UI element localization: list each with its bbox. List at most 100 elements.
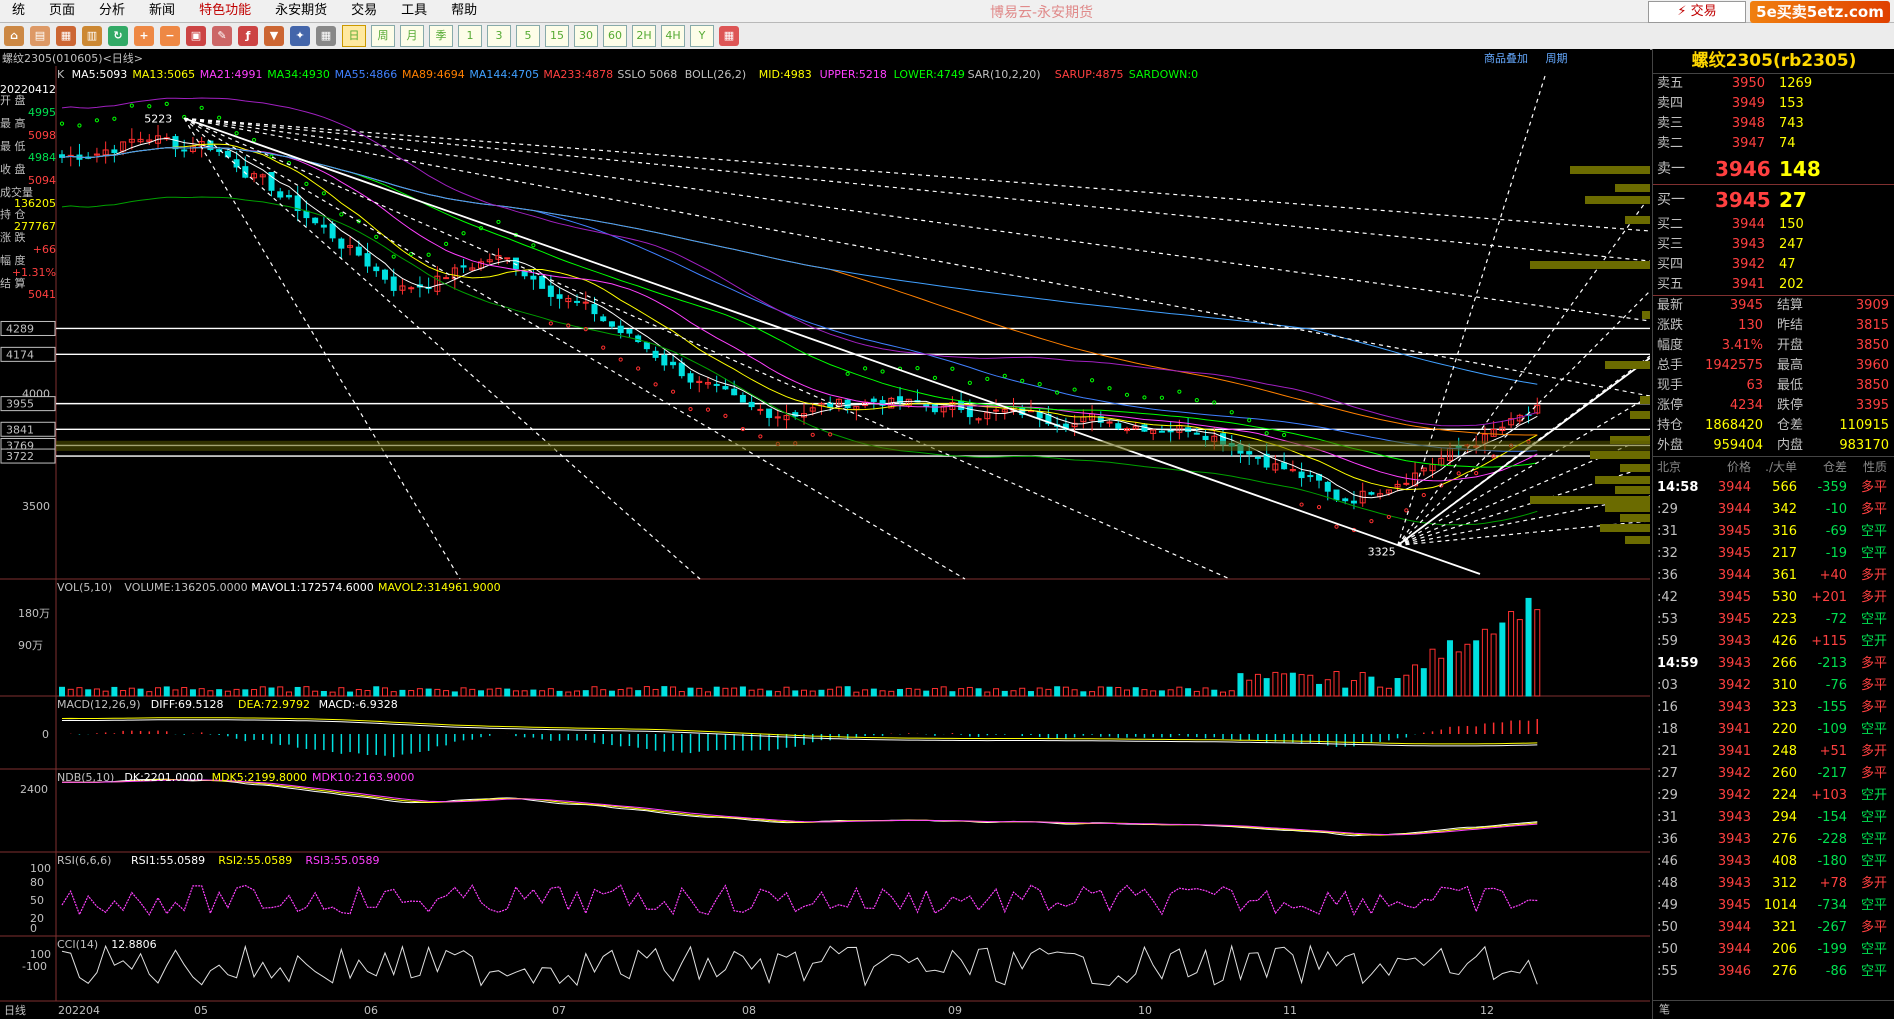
volume-bar (67, 688, 74, 697)
tick-type: 多开 (1860, 744, 1887, 759)
volume-bar (128, 687, 135, 697)
tick-row: :36 3943 276 -228 空平 (1653, 829, 1894, 851)
sar-dot (59, 121, 65, 126)
volume-bar (1228, 690, 1235, 697)
ask-label: 卖一 (1657, 161, 1685, 177)
period-button-9[interactable]: 60 (603, 25, 627, 47)
indicator-label-ndb: DK:2201.0000 (124, 771, 203, 784)
menu-item-8[interactable]: 帮助 (439, 0, 489, 22)
news-icon[interactable]: ▦ (56, 26, 76, 46)
rsi-axis-label: 80 (30, 876, 44, 889)
bid-row[interactable]: 买五 3941 202 (1653, 275, 1894, 295)
period-button-0[interactable]: 日 (342, 25, 366, 47)
bid-row[interactable]: 买二 3944 150 (1653, 215, 1894, 235)
period-button-2[interactable]: 月 (400, 25, 424, 47)
menu-item-1[interactable]: 页面 (37, 0, 87, 22)
volume-bar (993, 688, 1000, 697)
period-button-1[interactable]: 周 (371, 25, 395, 47)
volume-bar (661, 686, 668, 697)
period-button-3[interactable]: 季 (429, 25, 453, 47)
volume-bar (1176, 686, 1183, 697)
sar-dot (1124, 392, 1130, 397)
draw-icon[interactable]: ✎ (212, 26, 232, 46)
sar-dot (688, 406, 693, 412)
new-icon[interactable]: ✦ (290, 26, 310, 46)
overlay-commodity-link[interactable]: 商品叠加 (1484, 52, 1528, 65)
menu-item-7[interactable]: 工具 (389, 0, 439, 22)
stat-cell: 3.41% (1721, 338, 1763, 353)
tick-row: :32 3945 217 -19 空平 (1653, 543, 1894, 565)
ask-row[interactable]: 卖二 3947 74 (1653, 134, 1894, 154)
sar-dot (880, 369, 885, 374)
ma-label: BOLL(26,2) (685, 68, 746, 81)
period-link[interactable]: 周期 (1546, 52, 1568, 65)
zoom-out-icon[interactable]: − (160, 26, 180, 46)
ask-row[interactable]: 卖一 3946 148 (1653, 154, 1894, 184)
volume-bar (364, 690, 371, 697)
table-icon[interactable]: ▦ (316, 26, 336, 46)
chart-icon[interactable]: ▥ (82, 26, 102, 46)
period-button-4[interactable]: 1 (458, 25, 482, 47)
home-icon[interactable]: ⌂ (4, 26, 24, 46)
tick-volume: 266 (1772, 656, 1797, 671)
bid-row[interactable]: 买三 3943 247 (1653, 235, 1894, 255)
period-button-5[interactable]: 3 (487, 25, 511, 47)
menu-item-4[interactable]: 特色功能 (187, 0, 263, 22)
period-button-7[interactable]: 15 (545, 25, 569, 47)
tick-oi-diff: -76 (1825, 678, 1847, 693)
folder-icon[interactable]: ▤ (30, 26, 50, 46)
refresh-icon[interactable]: ↻ (108, 26, 128, 46)
period-button-12[interactable]: Y (690, 25, 714, 47)
tick-oi-diff: -180 (1817, 854, 1847, 869)
volume-bar (722, 687, 729, 697)
tick-volume: 323 (1772, 700, 1797, 715)
ma-line (61, 146, 1538, 436)
bid-row[interactable]: 买四 3942 47 (1653, 255, 1894, 275)
ask-row[interactable]: 卖三 3948 743 (1653, 114, 1894, 134)
zoom-in-icon[interactable]: + (134, 26, 154, 46)
tick-oi-diff: -155 (1817, 700, 1847, 715)
sar-dot (251, 137, 257, 143)
menu-item-6[interactable]: 交易 (339, 0, 389, 22)
ask-row[interactable]: 卖四 3949 153 (1653, 94, 1894, 114)
ma-label: SARUP:4875 (1055, 68, 1124, 81)
stat-cell: 63 (1746, 378, 1763, 393)
period-button-6[interactable]: 5 (516, 25, 540, 47)
stat-cell: 跌停 (1777, 398, 1804, 413)
period-button-8[interactable]: 30 (574, 25, 598, 47)
period-button-10[interactable]: 2H (632, 25, 656, 47)
menu-item-2[interactable]: 分析 (87, 0, 137, 22)
stat-cell: 130 (1738, 318, 1763, 333)
volume-bar (1097, 686, 1104, 697)
kline-chart[interactable]: 4289417440003955384137693722350052233325… (0, 66, 1650, 1019)
sar-dot (1456, 471, 1461, 476)
calendar-icon[interactable]: ▦ (719, 26, 739, 46)
trade-button[interactable]: ⚡ 交易 (1648, 1, 1746, 23)
volume-profile-bar (1605, 361, 1650, 369)
stat-cell: 幅度 (1657, 338, 1684, 353)
volume-profile-bar (1630, 411, 1650, 419)
ask-row[interactable]: 卖五 3950 1269 (1653, 74, 1894, 94)
funnel-icon[interactable]: ▼ (264, 26, 284, 46)
tick-oi-diff: -154 (1817, 810, 1847, 825)
menu-item-3[interactable]: 新闻 (137, 0, 187, 22)
tick-price: 3942 (1717, 766, 1751, 781)
menu-item-0[interactable]: 统 (0, 0, 37, 22)
indicator-icon[interactable]: ƒ (238, 26, 258, 46)
x-axis-label: 06 (364, 1004, 378, 1017)
ask-label: 卖三 (1657, 116, 1684, 131)
volume-bar (381, 687, 388, 697)
sar-dot (1299, 502, 1304, 507)
period-button-11[interactable]: 4H (661, 25, 685, 47)
volume-bar (940, 686, 947, 697)
volume-profile-bar (1640, 396, 1650, 404)
stat-row: 外盘 959404 内盘 983170 (1653, 436, 1894, 456)
bid-row[interactable]: 买一 3945 27 (1653, 185, 1894, 215)
tick-time: :55 (1657, 964, 1678, 979)
vol-axis-label: 90万 (18, 639, 43, 652)
volume-bar (1193, 690, 1200, 697)
menu-item-5[interactable]: 永安期货 (263, 0, 339, 22)
tick-time: :18 (1657, 722, 1678, 737)
window-icon[interactable]: ▣ (186, 26, 206, 46)
volume-bar (478, 690, 485, 697)
